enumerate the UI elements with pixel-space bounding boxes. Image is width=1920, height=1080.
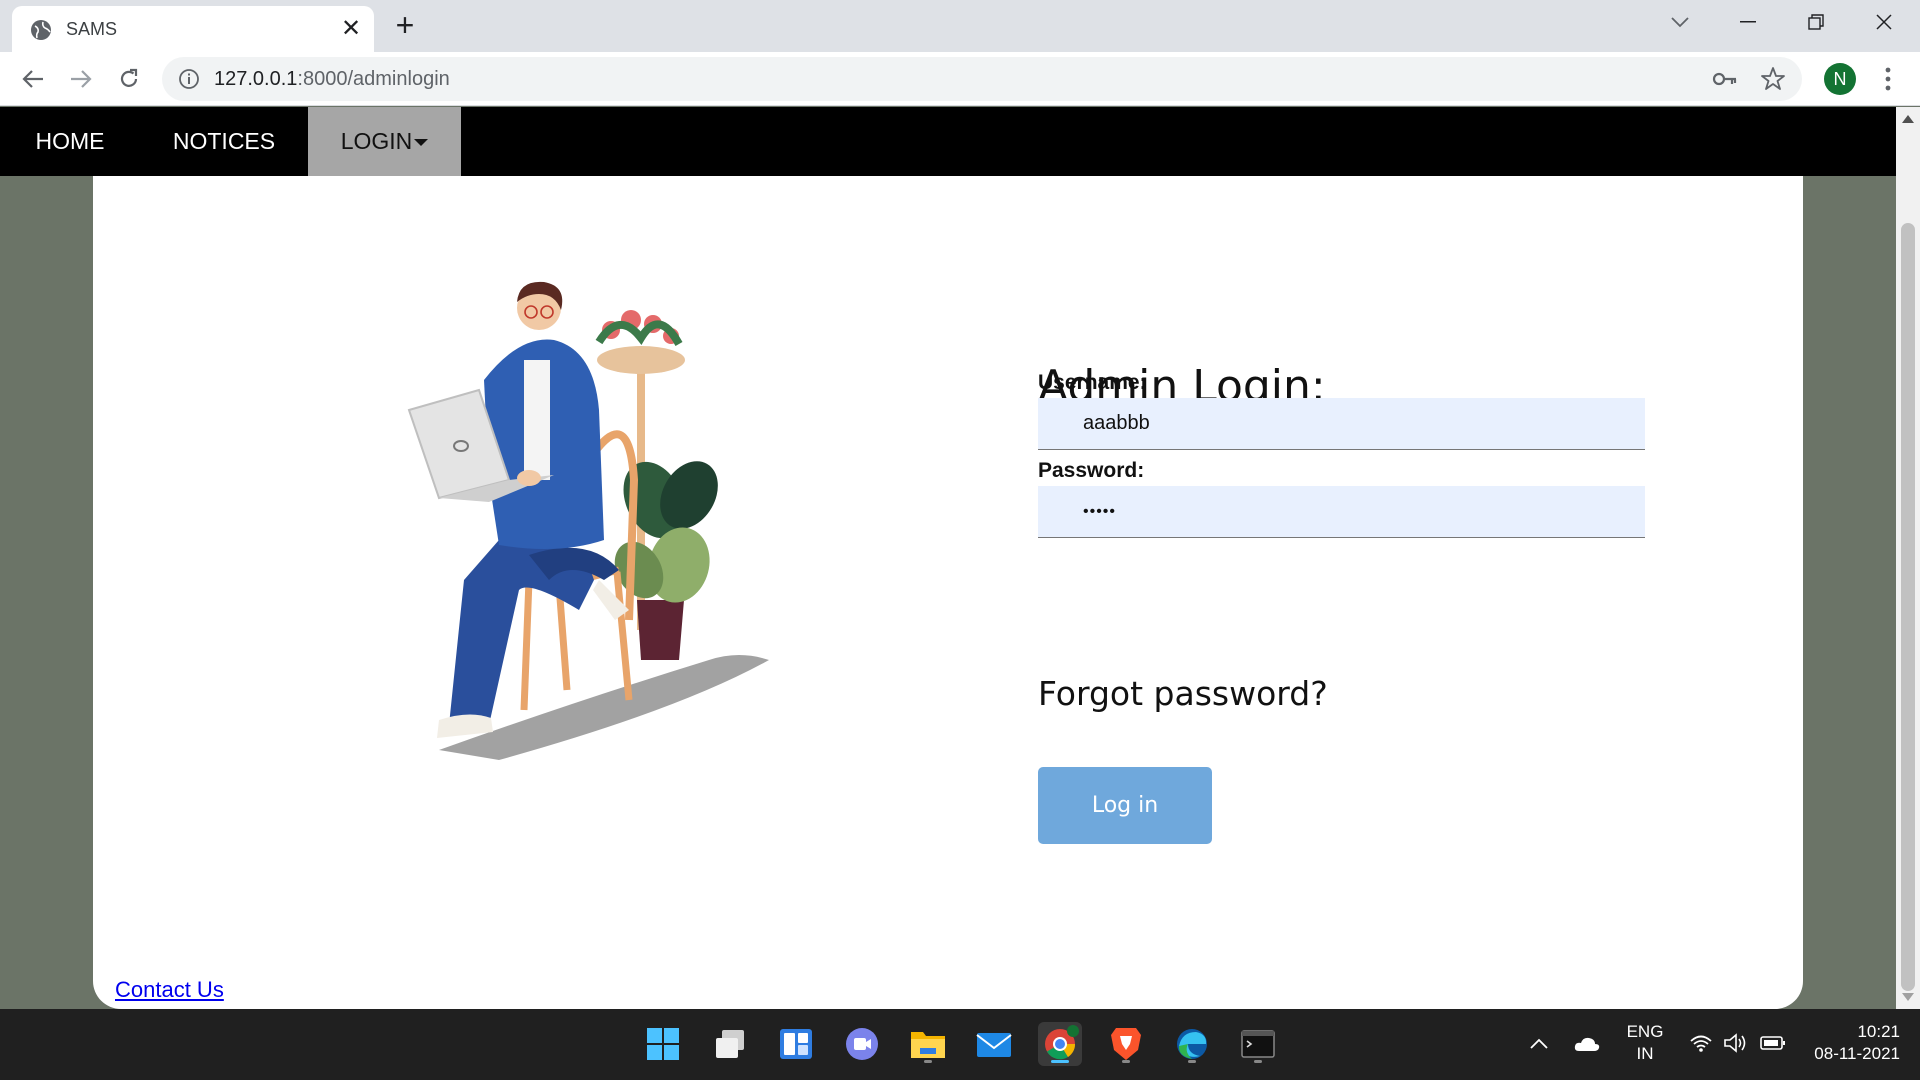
key-icon[interactable] <box>1712 67 1738 91</box>
brave-button[interactable] <box>1104 1022 1148 1066</box>
new-tab-button[interactable]: + <box>388 8 422 42</box>
close-tab-icon[interactable]: ✕ <box>336 14 366 44</box>
minimize-icon <box>1740 21 1756 23</box>
forward-button[interactable] <box>62 60 100 98</box>
star-icon[interactable] <box>1760 66 1786 92</box>
forgot-password-link[interactable]: Forgot password? <box>1038 674 1328 713</box>
widgets-icon <box>780 1029 812 1059</box>
battery-icon[interactable] <box>1760 1035 1786 1051</box>
username-field[interactable] <box>1038 398 1645 450</box>
taskbar: ENG IN 10:21 08-11-2021 <box>0 1009 1920 1080</box>
active-indicator <box>1051 1060 1069 1063</box>
teams-chat-icon <box>846 1028 878 1060</box>
nav-notices[interactable]: NOTICES <box>140 107 308 176</box>
wifi-icon[interactable] <box>1689 1033 1713 1053</box>
close-window-button[interactable] <box>1854 4 1914 40</box>
edge-button[interactable] <box>1170 1022 1214 1066</box>
chrome-button[interactable] <box>1038 1022 1082 1066</box>
start-icon <box>647 1028 679 1060</box>
caret-down-icon <box>414 139 429 147</box>
chevron-down-icon <box>1671 17 1689 28</box>
reload-icon <box>120 68 138 87</box>
more-vert-icon[interactable] <box>1876 65 1900 93</box>
file-explorer-button[interactable] <box>906 1022 950 1066</box>
start-button[interactable] <box>641 1022 685 1066</box>
arrow-left-icon <box>22 70 43 88</box>
info-icon[interactable] <box>178 68 200 90</box>
scrollbar-thumb[interactable] <box>1901 223 1915 991</box>
onedrive-cloud-icon[interactable] <box>1574 1036 1600 1052</box>
password-label: Password: <box>1038 459 1145 482</box>
close-icon <box>1876 14 1892 30</box>
nav-home[interactable]: HOME <box>0 107 140 176</box>
address-bar[interactable]: 127.0.0.1:8000/adminlogin <box>162 57 1802 101</box>
nav-login-dropdown[interactable]: LOGIN <box>308 107 461 176</box>
browser-tab[interactable]: SAMS ✕ <box>12 6 374 52</box>
login-button[interactable]: Log in <box>1038 767 1212 844</box>
back-button[interactable] <box>14 60 52 98</box>
login-card: Admin Login: Username: Password: Forgot … <box>93 176 1803 1009</box>
mail-icon <box>976 1033 1012 1057</box>
volume-icon[interactable] <box>1723 1033 1749 1053</box>
restore-button[interactable] <box>1786 4 1846 40</box>
show-hidden-icons-chevron-up-icon[interactable] <box>1530 1038 1548 1050</box>
clock-date: 08-11-2021 <box>1814 1044 1900 1063</box>
restore-icon <box>1808 14 1824 30</box>
contact-us-link[interactable]: Contact Us <box>115 977 224 1003</box>
minimize-button[interactable] <box>1718 4 1778 40</box>
running-indicator <box>924 1060 932 1063</box>
url-host: 127.0.0.1 <box>214 68 298 90</box>
task-view-button[interactable] <box>708 1022 752 1066</box>
url-path: :8000/adminlogin <box>297 68 450 90</box>
person-with-laptop-illustration <box>407 281 769 760</box>
profile-avatar[interactable]: N <box>1824 63 1856 95</box>
username-label: Username: <box>1038 371 1147 394</box>
tab-title: SAMS <box>66 19 118 39</box>
url-text[interactable]: 127.0.0.1:8000/adminlogin <box>214 68 450 91</box>
widgets-button[interactable] <box>774 1022 818 1066</box>
site-navbar: HOME NOTICES LOGIN <box>0 107 1896 176</box>
reload-button[interactable] <box>110 60 148 98</box>
clock-time: 10:21 <box>1857 1022 1900 1041</box>
password-field[interactable] <box>1038 486 1645 538</box>
running-indicator <box>1122 1060 1130 1063</box>
nav-login-label: LOGIN <box>340 128 413 154</box>
browser-toolbar: 127.0.0.1:8000/adminlogin N <box>0 52 1920 106</box>
language-region: IN <box>1636 1044 1654 1063</box>
mail-button[interactable] <box>972 1022 1016 1066</box>
scroll-up-arrow-icon[interactable] <box>1902 115 1914 123</box>
tab-strip: SAMS ✕ + <box>0 0 1920 52</box>
clock[interactable]: 10:21 08-11-2021 <box>1800 1022 1900 1064</box>
tab-search-button[interactable] <box>1650 4 1710 40</box>
task-view-icon <box>716 1030 744 1058</box>
arrow-right-icon <box>71 70 92 88</box>
globe-icon <box>31 20 51 40</box>
language-indicator[interactable]: ENG IN <box>1620 1022 1670 1064</box>
page-viewport: HOME NOTICES LOGIN Admin Login: Username… <box>0 107 1896 1009</box>
language-code: ENG <box>1626 1022 1664 1041</box>
scroll-down-arrow-icon[interactable] <box>1902 993 1914 1001</box>
running-indicator <box>1254 1060 1262 1063</box>
running-indicator <box>1188 1060 1196 1063</box>
page-scrollbar[interactable] <box>1896 107 1920 1009</box>
terminal-button[interactable] <box>1236 1022 1280 1066</box>
chat-button[interactable] <box>840 1022 884 1066</box>
